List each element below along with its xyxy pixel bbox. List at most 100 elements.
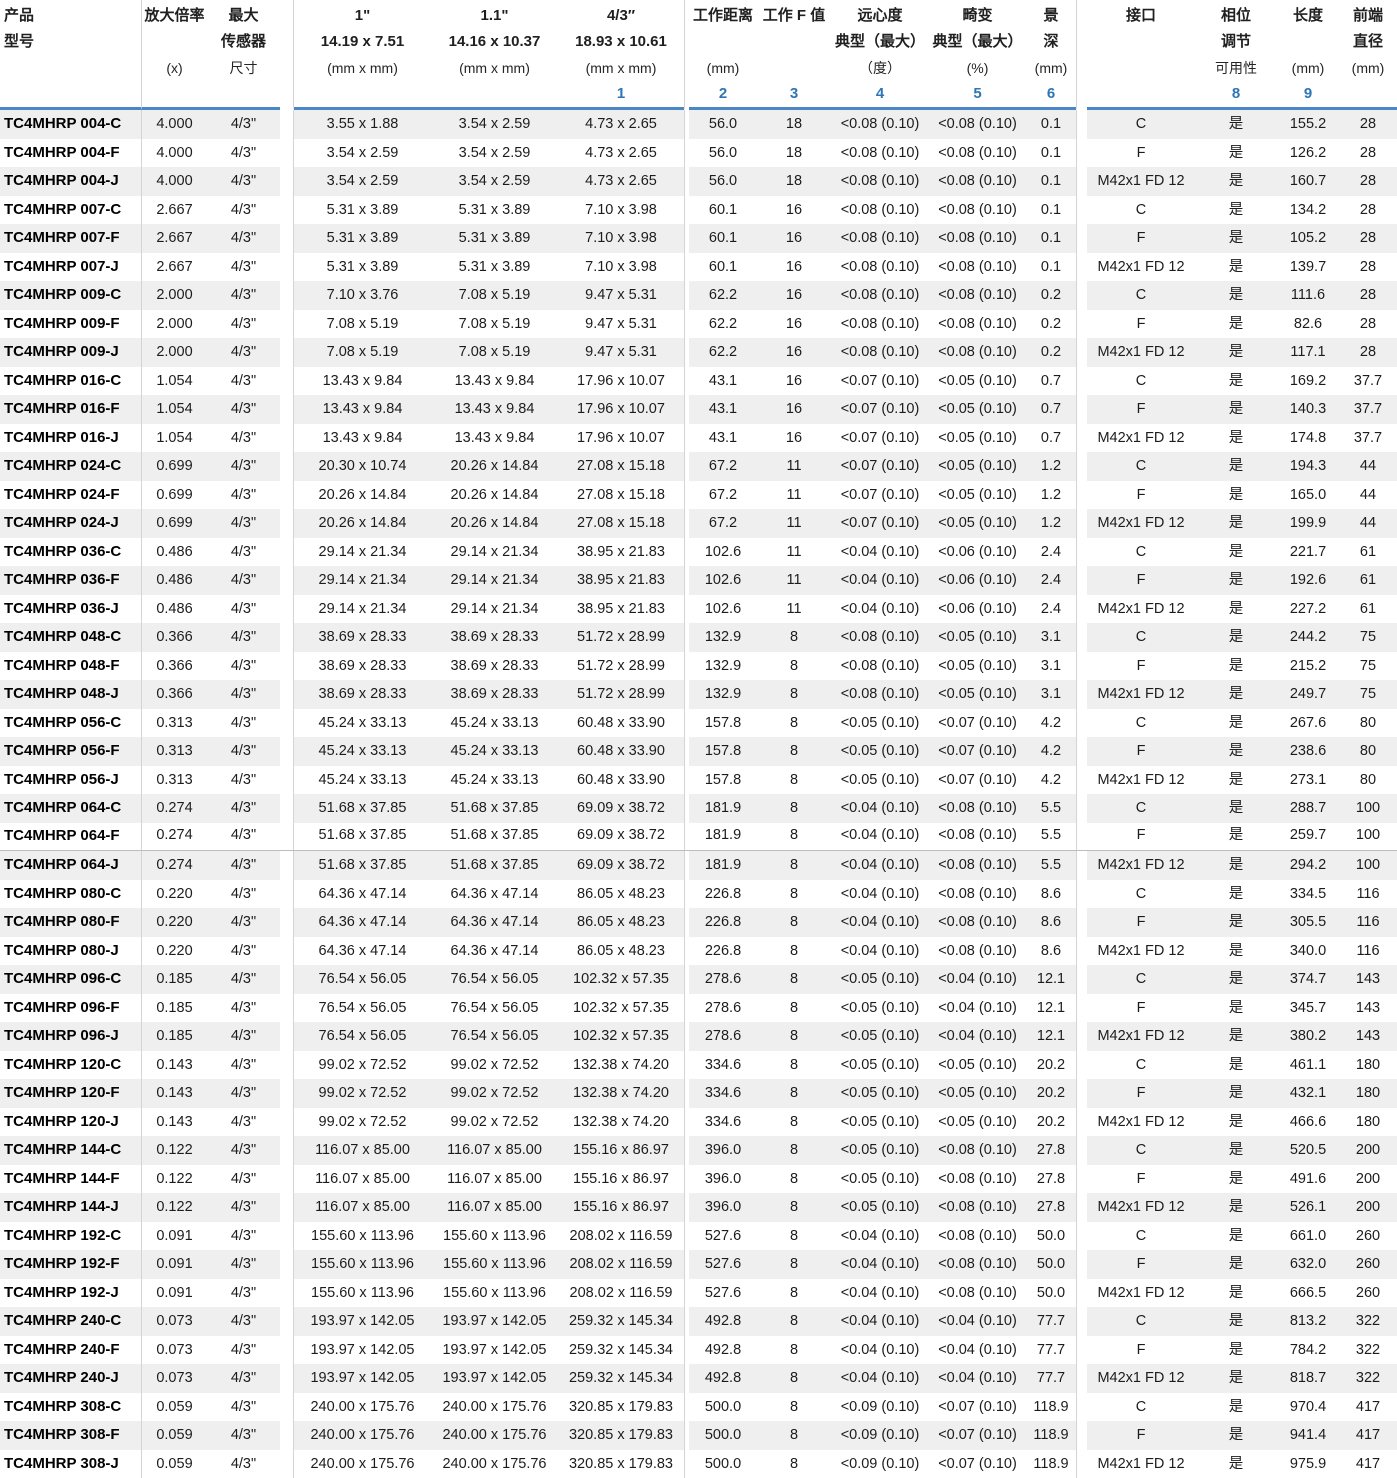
cell-fov_1_1in: 51.68 x 37.85: [431, 823, 558, 851]
cell-magnification: 0.699: [142, 509, 207, 538]
table-row: TC4MHRP 144-F0.1224/3"116.07 x 85.00116.…: [0, 1165, 1397, 1194]
cell-distortion: <0.04 (0.10): [929, 1307, 1026, 1336]
cell-depth_of_field: 5.5: [1026, 823, 1076, 851]
cell-front_diameter: 100: [1339, 823, 1397, 851]
cell-fov_4_3in: 259.32 x 145.34: [558, 1364, 684, 1393]
cell-distortion: <0.08 (0.10): [929, 908, 1026, 937]
table-row: TC4MHRP 064-C0.2744/3"51.68 x 37.8551.68…: [0, 794, 1397, 823]
cell-working_distance: 132.9: [689, 623, 757, 652]
table-row: TC4MHRP 096-C0.1854/3"76.54 x 56.0576.54…: [0, 965, 1397, 994]
cell-mount: F: [1087, 566, 1195, 595]
cell-phase_adjustment: 是: [1195, 1279, 1277, 1308]
cell-fov_4_3in: 4.73 x 2.65: [558, 110, 684, 139]
cell-max_sensor: 4/3": [207, 1450, 280, 1478]
cell-mount: M42x1 FD 12: [1087, 1450, 1195, 1478]
column-group-divider: [1076, 1165, 1087, 1194]
cell-fov_1in: 13.43 x 9.84: [294, 367, 431, 396]
cell-phase_adjustment: 是: [1195, 1393, 1277, 1422]
cell-front_diameter: 44: [1339, 509, 1397, 538]
cell-fov_1in: 155.60 x 113.96: [294, 1222, 431, 1251]
cell-fov_1in: 29.14 x 21.34: [294, 566, 431, 595]
cell-telecentricity: <0.08 (0.10): [831, 623, 929, 652]
cell-mount: F: [1087, 652, 1195, 681]
cell-telecentricity: <0.05 (0.10): [831, 1079, 929, 1108]
column-group-divider: [280, 1250, 294, 1279]
cell-distortion: <0.07 (0.10): [929, 1393, 1026, 1422]
cell-model: TC4MHRP 240-J: [0, 1364, 142, 1393]
column-group-divider: [1076, 823, 1087, 851]
cell-working_distance: 102.6: [689, 538, 757, 567]
cell-distortion: <0.04 (0.10): [929, 994, 1026, 1023]
cell-front_diameter: 180: [1339, 1108, 1397, 1137]
cell-fov_1in: 51.68 x 37.85: [294, 794, 431, 823]
cell-magnification: 1.054: [142, 424, 207, 453]
cell-telecentricity: <0.09 (0.10): [831, 1421, 929, 1450]
cell-telecentricity: <0.04 (0.10): [831, 908, 929, 937]
cell-magnification: 2.000: [142, 310, 207, 339]
cell-max_sensor: 4/3": [207, 1193, 280, 1222]
cell-mount: F: [1087, 224, 1195, 253]
cell-working_distance: 157.8: [689, 766, 757, 795]
cell-telecentricity: <0.05 (0.10): [831, 994, 929, 1023]
cell-fov_1_1in: 64.36 x 47.14: [431, 937, 558, 966]
cell-length: 194.3: [1277, 452, 1339, 481]
cell-working_distance: 278.6: [689, 965, 757, 994]
column-group-divider: [280, 281, 294, 310]
cell-fov_1_1in: 38.69 x 28.33: [431, 680, 558, 709]
column-header-line: 直径: [1339, 29, 1397, 55]
cell-distortion: <0.05 (0.10): [929, 452, 1026, 481]
cell-length: 105.2: [1277, 224, 1339, 253]
table-row: TC4MHRP 056-F0.3134/3"45.24 x 33.1345.24…: [0, 737, 1397, 766]
cell-fov_1_1in: 240.00 x 175.76: [431, 1421, 558, 1450]
cell-telecentricity: <0.05 (0.10): [831, 1165, 929, 1194]
cell-fov_4_3in: 38.95 x 21.83: [558, 595, 684, 624]
cell-front_diameter: 61: [1339, 538, 1397, 567]
cell-working_distance: 492.8: [689, 1336, 757, 1365]
cell-length: 192.6: [1277, 566, 1339, 595]
column-group-divider: [280, 1193, 294, 1222]
cell-depth_of_field: 5.5: [1026, 851, 1076, 880]
cell-working_distance: 396.0: [689, 1165, 757, 1194]
cell-working_distance: 132.9: [689, 652, 757, 681]
table-row: TC4MHRP 004-C4.0004/3"3.55 x 1.883.54 x …: [0, 110, 1397, 139]
table-row: TC4MHRP 308-F0.0594/3"240.00 x 175.76240…: [0, 1421, 1397, 1450]
cell-length: 461.1: [1277, 1051, 1339, 1080]
cell-fov_1_1in: 29.14 x 21.34: [431, 595, 558, 624]
cell-depth_of_field: 4.2: [1026, 709, 1076, 738]
table-row: TC4MHRP 064-F0.2744/3"51.68 x 37.8551.68…: [0, 823, 1397, 852]
cell-fov_1in: 3.55 x 1.88: [294, 110, 431, 139]
cell-fov_1in: 116.07 x 85.00: [294, 1193, 431, 1222]
cell-telecentricity: <0.04 (0.10): [831, 1250, 929, 1279]
cell-depth_of_field: 77.7: [1026, 1364, 1076, 1393]
cell-working_f_number: 8: [757, 1364, 831, 1393]
cell-depth_of_field: 0.1: [1026, 196, 1076, 225]
cell-phase_adjustment: 是: [1195, 1108, 1277, 1137]
cell-telecentricity: <0.07 (0.10): [831, 452, 929, 481]
cell-magnification: 0.122: [142, 1193, 207, 1222]
column-group-divider: [280, 110, 294, 139]
cell-working_f_number: 8: [757, 1193, 831, 1222]
cell-working_distance: 102.6: [689, 566, 757, 595]
column-group-divider: [1076, 994, 1087, 1023]
cell-fov_1in: 193.97 x 142.05: [294, 1336, 431, 1365]
cell-model: TC4MHRP 004-F: [0, 139, 142, 168]
cell-depth_of_field: 2.4: [1026, 595, 1076, 624]
cell-length: 941.4: [1277, 1421, 1339, 1450]
cell-fov_4_3in: 208.02 x 116.59: [558, 1279, 684, 1308]
cell-model: TC4MHRP 096-C: [0, 965, 142, 994]
cell-model: TC4MHRP 009-F: [0, 310, 142, 339]
cell-mount: C: [1087, 880, 1195, 909]
cell-distortion: <0.05 (0.10): [929, 395, 1026, 424]
cell-model: TC4MHRP 080-J: [0, 937, 142, 966]
column-footnote-number: 2: [689, 81, 757, 107]
cell-depth_of_field: 2.4: [1026, 566, 1076, 595]
cell-telecentricity: <0.04 (0.10): [831, 566, 929, 595]
column-group-divider: [280, 509, 294, 538]
cell-model: TC4MHRP 096-F: [0, 994, 142, 1023]
cell-mount: F: [1087, 908, 1195, 937]
cell-max_sensor: 4/3": [207, 167, 280, 196]
column-group-divider: [280, 766, 294, 795]
cell-depth_of_field: 0.7: [1026, 367, 1076, 396]
column-group-divider: [280, 737, 294, 766]
cell-model: TC4MHRP 144-J: [0, 1193, 142, 1222]
